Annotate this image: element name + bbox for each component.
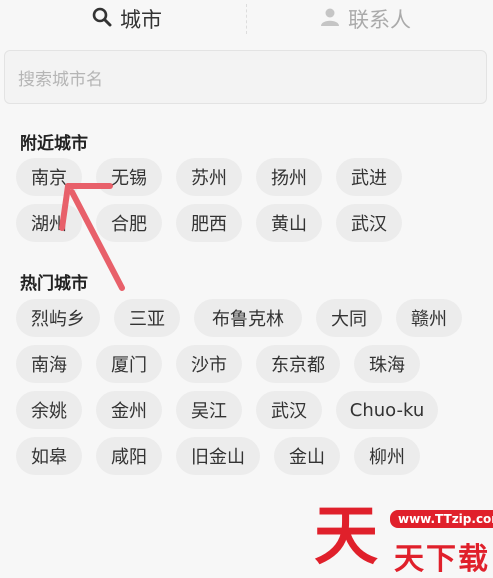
nearby-cities-list: 南京 无锡 苏州 扬州 武进 湖州 合肥 肥西 黄山 武汉	[16, 158, 486, 250]
city-chip[interactable]: 金州	[96, 391, 162, 429]
city-chip[interactable]: 肥西	[176, 204, 242, 242]
city-chip[interactable]: 金山	[274, 437, 340, 475]
tab-city[interactable]: 城市	[92, 0, 162, 38]
watermark-big-char: 天	[314, 500, 378, 574]
city-chip[interactable]: 武汉	[336, 204, 402, 242]
city-chip[interactable]: 柳州	[354, 437, 420, 475]
person-icon	[320, 7, 348, 32]
city-chip[interactable]: 南京	[16, 158, 82, 196]
search-icon	[92, 7, 120, 32]
city-chip[interactable]: 如皋	[16, 437, 82, 475]
city-chip[interactable]: 布鲁克林	[194, 299, 302, 337]
tab-divider	[246, 4, 247, 34]
tab-contacts-label: 联系人	[348, 8, 411, 32]
city-chip[interactable]: 无锡	[96, 158, 162, 196]
search-input[interactable]: 搜索城市名	[4, 50, 487, 104]
search-placeholder: 搜索城市名	[18, 69, 103, 90]
city-chip[interactable]: 三亚	[114, 299, 180, 337]
city-chip[interactable]: 余姚	[16, 391, 82, 429]
city-chip[interactable]: 武进	[336, 158, 402, 196]
watermark-text: 天下载	[394, 542, 490, 577]
city-chip[interactable]: 沙市	[176, 345, 242, 383]
hot-cities-title: 热门城市	[20, 274, 88, 294]
city-chip[interactable]: 吴江	[176, 391, 242, 429]
city-chip[interactable]: 咸阳	[96, 437, 162, 475]
city-chip[interactable]: 旧金山	[176, 437, 260, 475]
tab-contacts[interactable]: 联系人	[320, 0, 411, 38]
hot-cities-list: 烈屿乡 三亚 布鲁克林 大同 赣州 南海 厦门 沙市 东京都 珠海 余姚 金州 …	[16, 299, 486, 483]
site-watermark-logo: 天 www.TTzip.com 天下载	[306, 500, 493, 577]
city-chip[interactable]: 湖州	[16, 204, 82, 242]
city-chip[interactable]: 南海	[16, 345, 82, 383]
city-chip[interactable]: 厦门	[96, 345, 162, 383]
city-chip[interactable]: 苏州	[176, 158, 242, 196]
city-chip[interactable]: 扬州	[256, 158, 322, 196]
tab-city-label: 城市	[120, 8, 162, 32]
city-chip[interactable]: 大同	[316, 299, 382, 337]
city-chip[interactable]: Chuo-ku	[336, 391, 438, 429]
city-chip[interactable]: 东京都	[256, 345, 340, 383]
city-chip[interactable]: 赣州	[396, 299, 462, 337]
nearby-cities-title: 附近城市	[20, 134, 88, 154]
city-chip[interactable]: 黄山	[256, 204, 322, 242]
city-chip[interactable]: 烈屿乡	[16, 299, 100, 337]
watermark-url: www.TTzip.com	[390, 510, 493, 528]
city-chip[interactable]: 珠海	[354, 345, 420, 383]
city-chip[interactable]: 合肥	[96, 204, 162, 242]
city-chip[interactable]: 武汉	[256, 391, 322, 429]
tab-bar: 城市 联系人	[0, 0, 493, 42]
